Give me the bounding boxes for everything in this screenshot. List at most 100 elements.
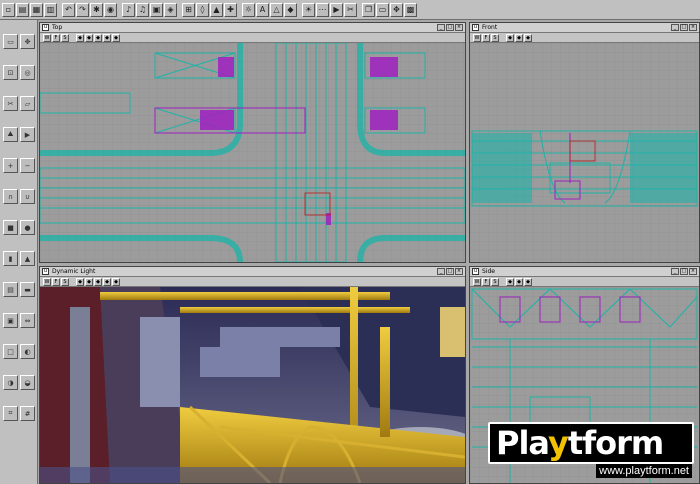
view-mode-icon[interactable]: ◆ bbox=[524, 33, 532, 42]
flat-button[interactable]: F bbox=[52, 33, 60, 42]
camera-mode-icon[interactable]: ▭ bbox=[3, 34, 18, 49]
music-icon[interactable]: ▣ bbox=[150, 2, 163, 17]
smooth-button[interactable]: S bbox=[491, 33, 499, 42]
flat-button[interactable]: F bbox=[52, 277, 60, 286]
group-icon[interactable]: ✚ bbox=[224, 2, 237, 17]
maximize-button[interactable]: □ bbox=[446, 24, 454, 31]
prefab-icon[interactable]: ▩ bbox=[404, 2, 417, 17]
stairs-icon[interactable]: ▤ bbox=[3, 282, 18, 297]
view-mode-icon[interactable]: ◆ bbox=[103, 277, 111, 286]
subtract-brush-icon[interactable]: − bbox=[20, 158, 35, 173]
viewport-top[interactable]: u Top _ □ × W F S ◆ ◆ ◆ ◆ ◆ bbox=[39, 22, 466, 263]
camera-icon[interactable]: ◉ bbox=[104, 2, 117, 17]
save-all-icon[interactable]: ▥ bbox=[44, 2, 57, 17]
save-file-icon[interactable]: ▦ bbox=[30, 2, 43, 17]
viewport-front[interactable]: u Front _ □ × W F S ◆ ◆ ◆ bbox=[469, 22, 700, 263]
smooth-button[interactable]: S bbox=[491, 277, 499, 286]
redo-icon[interactable]: ↷ bbox=[76, 2, 89, 17]
rendered-scene-canvas[interactable] bbox=[40, 287, 465, 483]
copy-icon[interactable]: ❐ bbox=[362, 2, 375, 17]
viewport-menu-icon[interactable]: u bbox=[42, 24, 49, 31]
play-icon[interactable]: ▶ bbox=[330, 2, 343, 17]
intersect-icon[interactable]: ∩ bbox=[3, 189, 18, 204]
top-wireframe-canvas[interactable] bbox=[40, 43, 465, 262]
text-icon[interactable]: A bbox=[256, 2, 269, 17]
move-icon[interactable]: ✥ bbox=[390, 2, 403, 17]
polygon-icon[interactable]: ▱ bbox=[20, 96, 35, 111]
sphere-icon[interactable]: ● bbox=[20, 220, 35, 235]
minimize-button[interactable]: _ bbox=[437, 268, 445, 275]
maximize-button[interactable]: □ bbox=[680, 268, 688, 275]
view-mode-icon[interactable]: ◆ bbox=[515, 277, 523, 286]
view-mode-icon[interactable]: ◆ bbox=[94, 277, 102, 286]
smooth-button[interactable]: S bbox=[61, 277, 69, 286]
actor-icon[interactable]: ◊ bbox=[196, 2, 209, 17]
viewport-dynamic-light[interactable]: u Dynamic Light _ □ × W F S ◆ ◆ ◆ ◆ ◆ bbox=[39, 266, 466, 484]
matinee-icon[interactable]: ▶ bbox=[20, 127, 35, 142]
viewport-menu-icon[interactable]: u bbox=[42, 268, 49, 275]
view-mode-icon[interactable]: ◆ bbox=[94, 33, 102, 42]
cube-icon[interactable]: ■ bbox=[3, 220, 18, 235]
show-icon[interactable]: ◐ bbox=[20, 344, 35, 359]
view-mode-icon[interactable]: ◆ bbox=[112, 277, 120, 286]
mover-icon[interactable]: ⇔ bbox=[20, 313, 35, 328]
open-file-icon[interactable]: ▤ bbox=[16, 2, 29, 17]
invert-icon[interactable]: ◒ bbox=[20, 375, 35, 390]
paste-icon[interactable]: ▭ bbox=[376, 2, 389, 17]
wireframe-button[interactable]: W bbox=[43, 277, 51, 286]
view-mode-icon[interactable]: ◆ bbox=[112, 33, 120, 42]
paths-icon[interactable]: ⋯ bbox=[316, 2, 329, 17]
viewport-menu-icon[interactable]: u bbox=[472, 268, 479, 275]
smooth-button[interactable]: S bbox=[61, 33, 69, 42]
cut-icon[interactable]: ✂ bbox=[344, 2, 357, 17]
minimize-button[interactable]: _ bbox=[671, 268, 679, 275]
close-button[interactable]: × bbox=[689, 268, 697, 275]
view-mode-icon[interactable]: ◆ bbox=[85, 277, 93, 286]
wireframe-button[interactable]: W bbox=[473, 277, 481, 286]
deintersect-icon[interactable]: ∪ bbox=[20, 189, 35, 204]
view-mode-icon[interactable]: ◆ bbox=[506, 33, 514, 42]
texture-rotate-icon[interactable]: ◎ bbox=[20, 65, 35, 80]
maximize-button[interactable]: □ bbox=[446, 268, 454, 275]
flat-button[interactable]: F bbox=[482, 33, 490, 42]
texture-icon[interactable]: ♫ bbox=[136, 2, 149, 17]
mesh-icon[interactable]: ⊞ bbox=[182, 2, 195, 17]
undo-icon[interactable]: ↶ bbox=[62, 2, 75, 17]
view-mode-icon[interactable]: ◆ bbox=[506, 277, 514, 286]
sheet-icon[interactable]: ▬ bbox=[20, 282, 35, 297]
volume-icon[interactable]: ▣ bbox=[3, 313, 18, 328]
wireframe-button[interactable]: W bbox=[473, 33, 481, 42]
vertex-edit-icon[interactable]: ✥ bbox=[20, 34, 35, 49]
minimize-button[interactable]: _ bbox=[671, 24, 679, 31]
view-mode-icon[interactable]: ◆ bbox=[515, 33, 523, 42]
texture-pan-icon[interactable]: ⊡ bbox=[3, 65, 18, 80]
light-icon[interactable]: ☼ bbox=[242, 2, 255, 17]
flat-button[interactable]: F bbox=[482, 277, 490, 286]
snap-icon[interactable]: ⌗ bbox=[3, 406, 18, 421]
view-mode-icon[interactable]: ◆ bbox=[103, 33, 111, 42]
maximize-button[interactable]: □ bbox=[680, 24, 688, 31]
view-mode-icon[interactable]: ◆ bbox=[85, 33, 93, 42]
close-button[interactable]: × bbox=[455, 268, 463, 275]
cone-icon[interactable]: ▲ bbox=[20, 251, 35, 266]
build-icon[interactable]: △ bbox=[270, 2, 283, 17]
close-button[interactable]: × bbox=[455, 24, 463, 31]
add-brush-icon[interactable]: + bbox=[3, 158, 18, 173]
brush-icon[interactable]: ♪ bbox=[122, 2, 135, 17]
view-mode-icon[interactable]: ◆ bbox=[76, 33, 84, 42]
geometry-icon[interactable]: ◆ bbox=[284, 2, 297, 17]
sound-icon[interactable]: ◈ bbox=[164, 2, 177, 17]
lighting-icon[interactable]: ☀ bbox=[302, 2, 315, 17]
find-icon[interactable]: ✱ bbox=[90, 2, 103, 17]
wireframe-button[interactable]: W bbox=[43, 33, 51, 42]
grid-icon[interactable]: # bbox=[20, 406, 35, 421]
hide-icon[interactable]: ◑ bbox=[3, 375, 18, 390]
brush-clip-icon[interactable]: ✂ bbox=[3, 96, 18, 111]
selection-icon[interactable]: □ bbox=[3, 344, 18, 359]
minimize-button[interactable]: _ bbox=[437, 24, 445, 31]
close-button[interactable]: × bbox=[689, 24, 697, 31]
new-file-icon[interactable]: ▫ bbox=[2, 2, 15, 17]
view-mode-icon[interactable]: ◆ bbox=[76, 277, 84, 286]
viewport-menu-icon[interactable]: u bbox=[472, 24, 479, 31]
view-mode-icon[interactable]: ◆ bbox=[524, 277, 532, 286]
